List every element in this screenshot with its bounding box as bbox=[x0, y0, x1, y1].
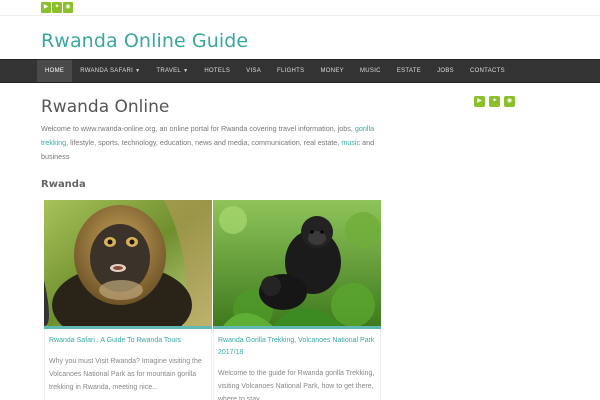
nav-label: VISA bbox=[246, 68, 262, 74]
nav-item-visa[interactable]: VISA bbox=[238, 60, 269, 82]
nav-item-rwanda-safari[interactable]: RWANDA SAFARI ▼ bbox=[72, 60, 148, 82]
golden-monkey-illustration bbox=[44, 200, 212, 326]
gorilla-image[interactable] bbox=[213, 200, 381, 326]
nav-item-contacts[interactable]: CONTACTS bbox=[462, 60, 513, 82]
page-title: Rwanda Online bbox=[41, 97, 170, 117]
nav-label: HOME bbox=[45, 68, 65, 74]
chevron-down-icon: ▼ bbox=[183, 68, 189, 74]
nav-label: MUSIC bbox=[359, 68, 381, 74]
nav-label: HOTELS bbox=[204, 68, 231, 74]
card-title-link[interactable]: Rwanda Safari , A Guide To Rwanda Tours bbox=[49, 335, 207, 347]
nav-label: FLIGHTS bbox=[277, 68, 305, 74]
section-title: Rwanda bbox=[41, 179, 86, 190]
nav-item-estate[interactable]: ESTATE bbox=[389, 60, 429, 82]
site-title[interactable]: Rwanda Online Guide bbox=[41, 30, 248, 52]
nav-item-hotels[interactable]: HOTELS bbox=[196, 60, 238, 82]
twitter-icon[interactable]: ✦ bbox=[489, 96, 500, 107]
main-navigation: HOME RWANDA SAFARI ▼ TRAVEL ▼ HOTELS VISA … bbox=[0, 59, 600, 83]
nav-label: ESTATE bbox=[396, 68, 422, 74]
top-social-links: ▶ ✦ ◉ bbox=[41, 2, 73, 13]
youtube-icon[interactable]: ▶ bbox=[474, 96, 485, 107]
nav-label: CONTACTS bbox=[469, 68, 505, 74]
music-link[interactable]: music bbox=[341, 138, 360, 147]
card-excerpt: Why you must Visit Rwanda? Imagine visit… bbox=[49, 358, 202, 391]
card-title-link[interactable]: Rwanda Gorilla Trekking, Volcanoes Natio… bbox=[218, 335, 376, 359]
intro-text: Welcome to www.rwanda-online.org, an onl… bbox=[41, 124, 355, 133]
chevron-down-icon: ▼ bbox=[135, 68, 141, 74]
nav-item-travel[interactable]: TRAVEL ▼ bbox=[148, 60, 196, 82]
card-body: Rwanda Safari , A Guide To Rwanda Tours … bbox=[44, 329, 212, 400]
top-bar: ▶ ✦ ◉ bbox=[0, 0, 600, 16]
card-accent-bar bbox=[44, 326, 212, 329]
post-card[interactable]: Rwanda Safari , A Guide To Rwanda Tours … bbox=[44, 200, 212, 400]
card-body: Rwanda Gorilla Trekking, Volcanoes Natio… bbox=[213, 329, 381, 400]
nav-label: TRAVEL bbox=[156, 68, 182, 74]
intro-text: , lifestyle, sports, technology, educati… bbox=[66, 138, 342, 147]
golden-monkey-image[interactable] bbox=[44, 200, 212, 326]
rss-icon[interactable]: ◉ bbox=[504, 96, 515, 107]
nav-item-home[interactable]: HOME bbox=[37, 60, 73, 82]
sidebar-social-links: ▶ ✦ ◉ bbox=[474, 96, 515, 107]
intro-paragraph: Welcome to www.rwanda-online.org, an onl… bbox=[41, 122, 381, 164]
nav-list: HOME RWANDA SAFARI ▼ TRAVEL ▼ HOTELS VISA … bbox=[37, 60, 513, 82]
gorilla-illustration bbox=[213, 200, 381, 326]
post-card[interactable]: Rwanda Gorilla Trekking, Volcanoes Natio… bbox=[213, 200, 381, 400]
nav-label: MONEY bbox=[320, 68, 344, 74]
rss-icon[interactable]: ◉ bbox=[63, 2, 73, 13]
nav-label: JOBS bbox=[437, 68, 454, 74]
nav-item-flights[interactable]: FLIGHTS bbox=[269, 60, 312, 82]
nav-item-money[interactable]: MONEY bbox=[312, 60, 352, 82]
nav-label: RWANDA SAFARI bbox=[80, 68, 134, 74]
twitter-icon[interactable]: ✦ bbox=[52, 2, 62, 13]
youtube-icon[interactable]: ▶ bbox=[41, 2, 51, 13]
nav-item-music[interactable]: MUSIC bbox=[352, 60, 389, 82]
nav-item-jobs[interactable]: JOBS bbox=[429, 60, 462, 82]
card-excerpt: Welcome to the guide for Rwanda gorilla … bbox=[218, 370, 375, 400]
card-accent-bar bbox=[213, 326, 381, 329]
